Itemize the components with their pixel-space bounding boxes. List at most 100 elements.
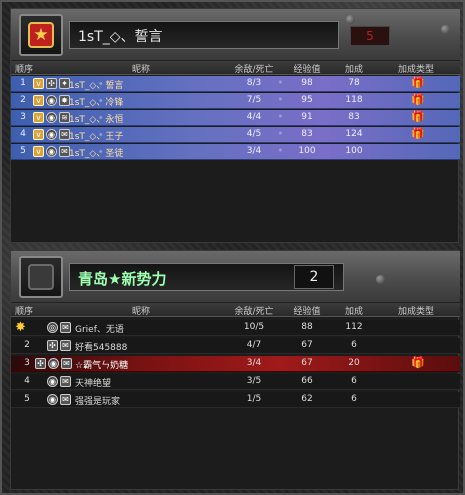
star-emblem-icon: ★ [28,22,54,48]
weapon-icon: ◉ [46,95,57,106]
gift-bonus-icon: 🎁 [411,110,425,123]
team2-table-header: 顺序 昵称 余敌/死亡 经验值 加成 加成类型 [11,303,460,317]
team2-banner: 青岛★新势力 2 [11,251,460,303]
row-kd: 4/7 [246,340,262,350]
row-exp: 91 [301,112,313,122]
row-kd: 10/5 [243,322,265,332]
mail-icon: ✉ [60,322,71,333]
row-bonus: 83 [348,112,360,122]
weapon-icon: ◉ [47,394,58,405]
header-order: 顺序 [14,307,33,317]
row-kd: 8/3 [246,78,262,88]
table-row[interactable]: 3 v ◉ ≋ 1sT_◇、永恒 4/4 91 83 🎁 [11,110,460,126]
row-exp: 98 [301,78,313,88]
row-bonus: 6 [351,376,357,386]
weapon-icon: ✣ [35,358,46,369]
row-order: 2 [20,95,26,105]
header-kd: 余敌/死亡 [234,307,274,317]
team1-banner: ★ 1sT_◇、誓言 5 [11,9,460,61]
mail-icon: ✉ [60,340,71,351]
team1-emblem: ★ [19,14,63,56]
header-bonus-type: 加成类型 [397,307,434,317]
gift-bonus-icon: 🎁 [411,76,425,89]
header-bonus: 加成 [344,65,363,75]
row-badges: v ◉ ✉ [33,146,70,157]
row-exp: 95 [301,95,313,105]
team1-name: 1sT_◇、誓言 [78,29,163,45]
row-exp: 83 [301,129,313,139]
row-nickname: 好看545888 [75,343,128,353]
weapon-icon: ◉ [46,146,57,157]
table-row[interactable]: 2 v ◉ ✸ 1sT_◇、冷锋 7/5 95 118 🎁 [11,93,460,109]
row-exp: 88 [301,322,313,332]
table-row[interactable]: 4 v ◉ ✉ 1sT_◇、王子 4/5 83 124 🎁 [11,127,460,143]
row-exp: 67 [301,340,313,350]
table-row-highlighted[interactable]: 3 ✣ ◉ ✉ ☆霸气ㄣ奶糖 3/4 67 20 🎁 [11,356,460,372]
row-order: 1 [20,78,26,88]
row-badges: ✣ ✉ [47,340,71,351]
header-order: 顺序 [14,65,33,75]
team2-panel: 青岛★新势力 2 顺序 昵称 余敌/死亡 经验值 加成 加成类型 ✸ ◎ ✉ G… [10,250,460,490]
row-exp: 62 [301,394,313,404]
row-badges: ◉ ✉ [47,394,71,405]
row-kd: 3/4 [246,146,262,156]
row-order: 4 [24,376,30,386]
row-order: 5 [24,394,30,404]
header-exp: 经验值 [293,65,321,75]
row-bonus: 6 [351,340,357,350]
vip-icon: v [33,146,44,157]
row-order: 4 [20,129,26,139]
row-bonus: 100 [345,146,363,156]
weapon-icon: ✣ [46,78,57,89]
vip-icon: v [33,78,44,89]
row-bonus: 112 [345,322,363,332]
vip-icon: v [33,95,44,106]
row-exp: 67 [301,358,313,368]
empty-emblem-icon [28,264,54,290]
team2-score: 2 [294,265,334,289]
table-row[interactable]: 5 v ◉ ✉ 1sT_◇、圣徒 3/4 100 100 [11,144,460,160]
row-kd: 4/5 [246,129,262,139]
gift-bonus-icon: 🎁 [411,127,425,140]
table-row[interactable]: 5 ◉ ✉ 强强是玩家 1/5 62 6 [11,392,460,408]
bolt-icon [376,275,385,284]
vip-icon: v [33,129,44,140]
weapon-icon: ◉ [47,376,58,387]
row-exp: 100 [298,146,316,156]
row-nickname: 1sT_◇、誓言 [69,81,124,91]
row-order: 5 [20,146,26,156]
row-kd: 1/5 [246,394,262,404]
row-badges: v ✣ ✦ [33,78,70,89]
row-nickname: 强强是玩家 [75,397,121,407]
row-bonus: 20 [348,358,360,368]
row-badges: ◉ ✉ [47,376,71,387]
weapon-icon: ✣ [47,340,58,351]
row-badges: v ◉ ✉ [33,129,70,140]
mail-icon: ✉ [60,376,71,387]
row-nickname: ☆霸气ㄣ奶糖 [75,361,129,371]
bolt-icon [441,25,450,34]
row-nickname: 1sT_◇、王子 [69,132,124,142]
header-kd: 余敌/死亡 [234,65,274,75]
row-kd: 7/5 [246,95,262,105]
table-row[interactable]: 1 v ✣ ✦ 1sT_◇、誓言 8/3 98 78 🎁 [11,76,460,92]
gift-bonus-icon: 🎁 [411,356,425,369]
team2-name: 青岛★新势力 [78,270,167,288]
row-kd: 3/5 [246,376,262,386]
header-exp: 经验值 [293,307,321,317]
vip-icon: v [33,112,44,123]
row-badges: v ◉ ≋ [33,112,70,123]
mvp-star-icon: ✸ [15,320,26,335]
bolt-icon [346,15,355,24]
team1-table-header: 顺序 昵称 余敌/死亡 经验值 加成 加成类型 [11,61,460,75]
header-nickname: 昵称 [131,65,150,75]
team2-emblem [19,256,63,298]
row-badges: v ◉ ✸ [33,95,70,106]
team1-panel: ★ 1sT_◇、誓言 5 顺序 昵称 余敌/死亡 经验值 加成 加成类型 1 v… [10,8,460,243]
table-row[interactable]: ✸ ◎ ✉ Grief、无语 10/5 88 112 [11,320,460,336]
team1-name-box: 1sT_◇、誓言 5 [69,21,390,49]
header-nickname: 昵称 [131,307,150,317]
row-nickname: 天神绝望 [75,379,112,389]
table-row[interactable]: 4 ◉ ✉ 天神绝望 3/5 66 6 [11,374,460,390]
table-row[interactable]: 2 ✣ ✉ 好看545888 4/7 67 6 [11,338,460,354]
